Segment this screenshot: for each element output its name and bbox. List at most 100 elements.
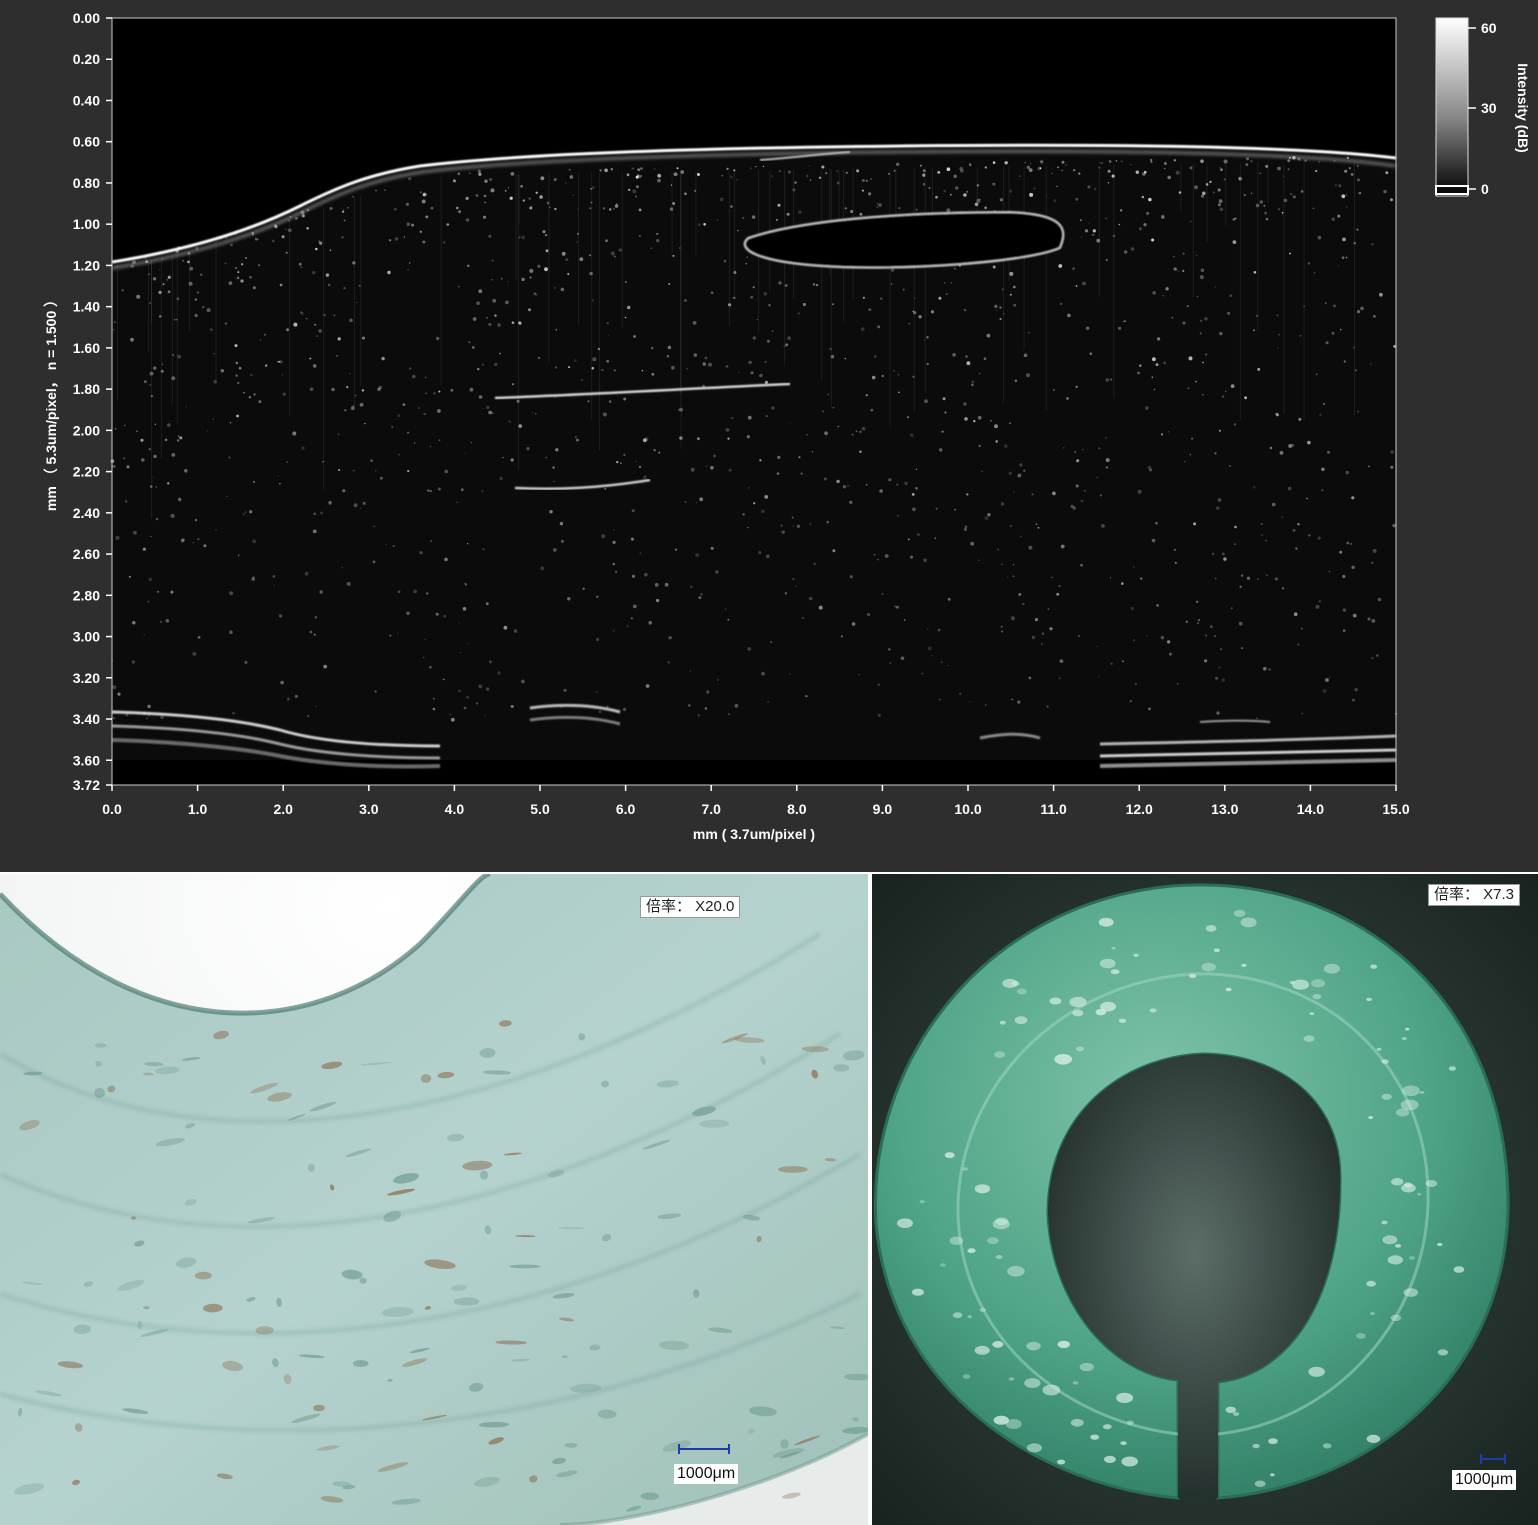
speckle [809,523,812,525]
speckle [1173,548,1176,552]
speckle [1315,604,1320,609]
speckle [1164,167,1166,170]
y-axis: 0.00 0.20 0.40 0.60 0.80 1.00 1.20 1.40 1.60 1.80… [73,10,112,793]
speckle [630,537,634,541]
speckle [627,305,631,310]
speckle [1137,371,1140,375]
speckle [1012,564,1015,566]
speckle [1070,504,1074,509]
speckle [300,311,304,315]
speckle [249,510,253,514]
inclusion [94,1043,107,1048]
bubble [1453,1266,1465,1273]
bubble [1403,1182,1413,1188]
speckle [528,308,531,312]
speckle [1188,356,1193,361]
speckle [842,485,847,489]
speckle [1004,161,1008,165]
speckle [344,409,347,412]
speckle [375,189,377,192]
speckle [362,336,365,340]
speckle [631,574,636,578]
speckle [432,697,435,700]
speckle [1315,373,1318,376]
speckle [1289,252,1291,255]
speckle [220,369,224,373]
speckle [910,555,913,559]
bubble [962,1374,971,1379]
speckle [1028,331,1030,334]
bubble [1026,1341,1041,1351]
speckle [469,172,471,175]
speckle [623,397,627,401]
speckle [1332,304,1336,308]
speckle [890,268,895,272]
speckle [762,165,765,168]
bubble [944,1152,955,1159]
speckle [521,277,525,282]
speckle [130,337,134,342]
bubble [1356,1333,1366,1339]
speckle [1341,194,1346,199]
speckle [144,380,147,383]
speckle [484,201,486,204]
speckle [601,534,606,539]
speckle [1058,264,1063,268]
speckle [676,173,678,175]
bubble [1133,953,1139,957]
speckle [1356,164,1359,168]
speckle [194,518,198,522]
speckle [1153,388,1156,391]
speckle [587,400,590,403]
speckle [500,277,503,280]
speckle [1049,627,1053,631]
speckle [561,251,566,256]
speckle [374,690,377,693]
speckle [1022,602,1025,606]
bubble [1079,1362,1094,1372]
speckle [1287,159,1291,163]
speckle [1072,267,1075,270]
speckle [1209,625,1213,629]
speckle [596,637,600,642]
speckle [1001,630,1004,633]
speckle [1147,465,1152,470]
speckle [836,170,839,173]
speckle [1160,433,1164,436]
speckle [140,438,144,442]
speckle [1277,347,1279,350]
speckle [770,641,772,644]
speckle [878,203,882,207]
speckle [1297,643,1300,646]
speckle [1080,563,1083,567]
colorbar-tick-30: 30 [1481,100,1497,116]
speckle [1182,252,1185,255]
speckle [265,364,268,367]
speckle [748,487,750,489]
speckle [482,548,485,551]
speckle [789,673,791,675]
speckle [606,359,609,363]
speckle [947,664,949,667]
speckle [285,251,288,254]
speckle [142,547,146,551]
speckle [464,582,467,585]
speckle [429,489,432,493]
speckle [654,583,659,587]
speckle [638,175,642,179]
speckle [927,628,929,630]
speckle [477,169,481,173]
speckle [1313,272,1316,274]
speckle [1202,393,1204,396]
speckle [926,336,929,339]
speckle [185,406,187,408]
speckle [518,424,522,428]
speckle [1174,561,1177,564]
speckle [549,510,553,514]
speckle [898,391,900,394]
colorbar-gradient [1435,17,1469,197]
x-tick-label: 2.0 [273,801,293,817]
speckle [844,207,847,210]
speckle [798,456,801,459]
speckle [560,539,565,543]
